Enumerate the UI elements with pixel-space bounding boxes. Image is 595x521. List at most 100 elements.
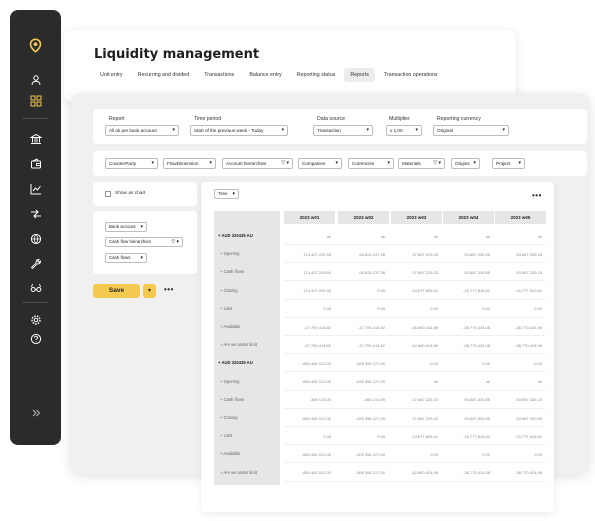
gear-icon[interactable] [10, 313, 61, 327]
multiplier-select[interactable]: x 1,00 ▾ [386, 125, 422, 136]
row-label: + Opening [220, 378, 240, 384]
row-divider [284, 244, 545, 245]
wrench-icon[interactable] [10, 257, 61, 271]
logo-pin-icon[interactable] [10, 37, 61, 53]
table-cell: 66,624,237.38 [359, 251, 385, 257]
chart-icon[interactable] [10, 182, 61, 196]
globe-icon[interactable] [10, 232, 61, 246]
show-as-chart-checkbox[interactable] [105, 191, 111, 197]
chevron-down-icon: ▾ [172, 127, 175, 133]
expand-icon[interactable] [10, 406, 61, 420]
row-divider [284, 280, 545, 282]
table-cell: -389 123,00 [309, 397, 331, 403]
row-divider [284, 298, 545, 300]
period-label: Time period [194, 116, 222, 122]
filter-counterparty[interactable]: CounterParty ▾ [105, 158, 158, 169]
table-cell: 53,687,335.18 [516, 397, 542, 403]
sidebar-divider [22, 302, 49, 303]
filter-companies[interactable]: Companies ▾ [298, 158, 342, 169]
tab-unit-entry[interactable]: Unit entry [94, 68, 129, 82]
row-divider [284, 262, 545, 264]
row-label: + Are we under limit [220, 469, 257, 475]
filter-materials[interactable]: Materials ▽ ▾ [398, 158, 445, 169]
chevron-down-icon: ▾ [415, 127, 418, 133]
time-select[interactable]: Time ▾ [214, 189, 239, 199]
table-cell: -650 462 012,00 [301, 470, 331, 476]
table-cell: -38,770,424.08 [515, 470, 542, 476]
table-cell: 53,687,330.55 [516, 415, 542, 421]
table-cell: 0.00 [377, 306, 385, 312]
page-title: Liquidity management [94, 47, 260, 62]
sidebar [10, 10, 61, 445]
table-cell: 174,407,225.64 [303, 269, 331, 275]
table-cell: -38,770,424.08 [515, 324, 542, 330]
glasses-icon[interactable] [10, 281, 61, 295]
table-cell: 37,667,225.33 [412, 269, 438, 275]
table-cell: 0.00 [430, 306, 438, 312]
table-cell: 53,687,330.55 [464, 251, 490, 257]
filter-origins[interactable]: Origins ▾ [451, 158, 480, 169]
table-cell: -38,770,434.08 [463, 324, 490, 330]
tab-bar: Unit entry Recurring and divided Transac… [94, 68, 447, 82]
chevron-down-icon: ▾ [502, 127, 505, 133]
table-cell: -650 462 012,00 [301, 451, 331, 457]
table-cell: -639 356 127,00 [355, 379, 385, 385]
tab-reports[interactable]: Reports [344, 68, 375, 82]
filter-chevron-icon: ▽ ▾ [171, 239, 179, 245]
chevron-down-icon: ▾ [473, 160, 476, 166]
help-icon[interactable] [10, 332, 61, 346]
account-row-label[interactable]: + AUD 320435 AU [218, 360, 253, 365]
tab-balance-entry[interactable]: Balance entry [243, 68, 287, 82]
save-button[interactable]: Save [93, 284, 140, 298]
tab-reporting-status[interactable]: Reporting status [291, 68, 342, 82]
source-select[interactable]: Transaction ▾ [313, 125, 373, 136]
filter-flowdimension[interactable]: FlowDimension ▾ [163, 158, 216, 169]
bank-icon[interactable] [10, 132, 61, 146]
table-cell: ok [433, 379, 438, 385]
user-icon[interactable] [10, 73, 61, 87]
chevron-down-icon: ▾ [140, 224, 143, 230]
row-label: + Closing [220, 287, 238, 293]
save-options-button[interactable]: ▾ [143, 284, 156, 298]
column-header: 2023 w01 [284, 211, 335, 224]
table-cell: ok [433, 233, 438, 239]
group-cash-flow-hierarchies[interactable]: Cash flow hierarchies ▽ ▾ [105, 237, 183, 247]
account-row-label[interactable]: + AUD 320435 AU [218, 233, 253, 238]
filter-account-hierarchies[interactable]: Account hierarchies ▽ ▾ [222, 158, 293, 169]
report-select[interactable]: All ok per bank account ▾ [105, 125, 179, 136]
wallet-icon[interactable] [10, 157, 61, 171]
row-divider [284, 353, 545, 355]
table-cell: -14,877,825.41 [411, 288, 438, 294]
filter-project[interactable]: Project ▾ [492, 158, 525, 169]
more-options-icon[interactable]: ••• [164, 285, 174, 294]
table-cell: 53,687,330.55 [464, 397, 490, 403]
table-cell: 0.00 [482, 451, 490, 457]
table-cell: 53,687,335.18 [516, 251, 542, 257]
row-label: + Cash flows [220, 269, 245, 275]
multiplier-label: Multiplier [389, 116, 410, 122]
column-header: 2023 w03 [391, 211, 442, 224]
currency-select[interactable]: Original ▾ [433, 125, 509, 136]
table-cell: 0.00 [323, 433, 331, 439]
tab-transaction-operations[interactable]: Transaction operations [378, 68, 444, 82]
grouping-panel: Bank account ▾ Cash flow hierarchies ▽ ▾ C… [93, 211, 197, 274]
transfer-icon[interactable] [10, 207, 61, 221]
group-cash-flows[interactable]: Cash flows ▾ [105, 253, 147, 263]
grid-icon[interactable] [10, 94, 61, 108]
row-label: + Cash flows [220, 396, 245, 402]
period-select[interactable]: Start of the previous week - Today ▾ [190, 125, 288, 136]
tab-transactions[interactable]: Transactions [198, 68, 240, 82]
table-cell: 0.00 [534, 451, 542, 457]
table-more-icon[interactable]: ••• [532, 191, 542, 200]
filter-currencies[interactable]: Currencies ▾ [348, 158, 394, 169]
table-cell: 0.00 [377, 288, 385, 294]
table-cell: 53,687,335.18 [516, 269, 542, 275]
table-cell: -14,877,825.41 [411, 433, 438, 439]
table-cell: -47,750,414.82 [358, 324, 385, 330]
table-cell: -42,880,424.08 [411, 470, 438, 476]
row-divider [284, 316, 545, 318]
table-cell: ok [485, 233, 490, 239]
filter-chevron-icon: ▽ ▾ [281, 160, 289, 166]
tab-recurring[interactable]: Recurring and divided [132, 68, 196, 82]
group-bank-account[interactable]: Bank account ▾ [105, 222, 147, 232]
